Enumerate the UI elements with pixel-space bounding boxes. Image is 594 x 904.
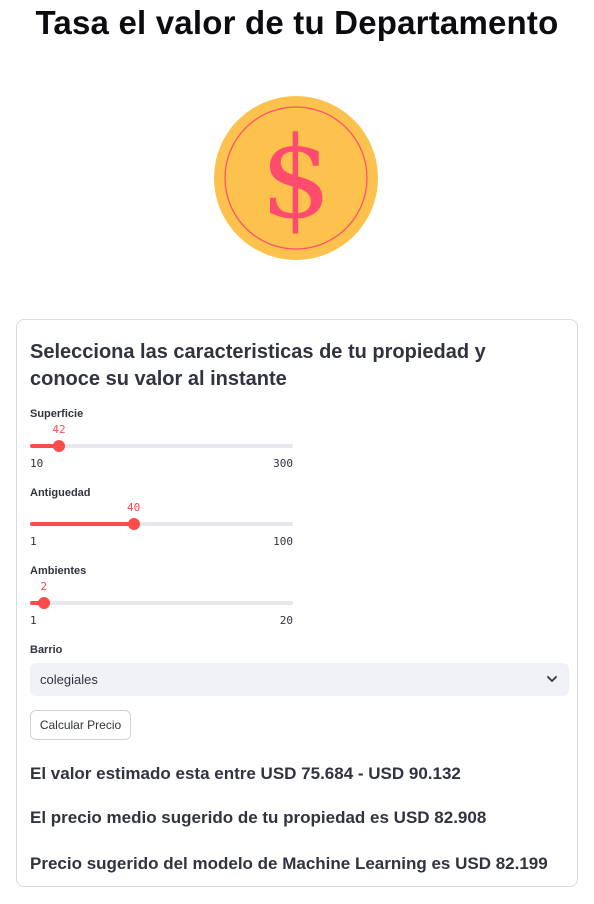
barrio-select[interactable]: colegiales — [30, 663, 569, 696]
ambientes-label: Ambientes — [30, 565, 87, 577]
slider-min: 10 — [30, 457, 44, 470]
slider-value: 2 — [40, 580, 48, 593]
slider-thumb[interactable] — [127, 518, 140, 530]
superficie-label: Superficie — [30, 408, 84, 420]
app-page: Tasa el valor de tu Departamento $ Selec… — [0, 0, 594, 904]
slider-min: 1 — [30, 535, 37, 548]
barrio-selected-value: colegiales — [40, 672, 98, 687]
slider-max: 300 — [273, 457, 293, 470]
slider-value: 42 — [52, 423, 66, 436]
page-title: Tasa el valor de tu Departamento — [35, 4, 559, 41]
ml-price-text: Precio sugerido del modelo de Machine Le… — [30, 854, 548, 873]
svg-text:$: $ — [260, 114, 331, 244]
slider-track[interactable] — [30, 444, 293, 448]
ambientes-slider[interactable]: 2 1 20 — [30, 580, 293, 630]
antiguedad-slider[interactable]: 40 1 100 — [30, 501, 293, 551]
slider-min: 1 — [30, 614, 37, 627]
slider-thumb[interactable] — [37, 597, 50, 609]
slider-track[interactable] — [30, 601, 293, 605]
slider-max: 20 — [279, 614, 293, 627]
slider-value: 40 — [126, 501, 141, 514]
slider-thumb[interactable] — [53, 440, 66, 452]
form-heading: Selecciona las caracteristicas de tu pro… — [30, 341, 486, 390]
dollar-coin-icon: $ — [214, 96, 378, 260]
chevron-down-icon[interactable] — [545, 672, 559, 686]
superficie-slider[interactable]: 42 10 300 — [30, 423, 293, 473]
estimated-range-text: El valor estimado esta entre USD 75.684 … — [30, 764, 461, 783]
calcular-precio-button[interactable]: Calcular Precio — [30, 710, 131, 740]
barrio-label: Barrio — [30, 644, 63, 656]
slider-max: 100 — [273, 535, 293, 548]
slider-fill — [30, 522, 134, 526]
antiguedad-label: Antiguedad — [30, 487, 91, 499]
median-price-text: El precio medio sugerido de tu propiedad… — [30, 808, 487, 827]
